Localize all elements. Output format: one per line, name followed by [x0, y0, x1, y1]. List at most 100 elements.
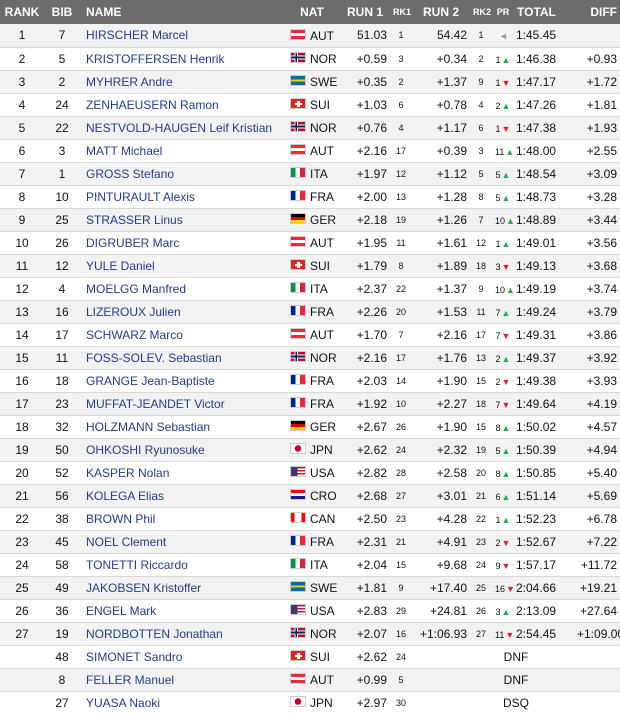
arrow-up-icon: ▲	[501, 422, 511, 433]
table-row[interactable]: 22 38 BROWN Phil CAN +2.50 23 +4.28 22 1▲ 1:52.23…	[0, 507, 620, 531]
table-row[interactable]: 15 11 FOSS-SOLEV. Sebastian NOR +2.16 17 +1.76…	[0, 346, 620, 370]
table-row[interactable]: 11 12 YULE Daniel SUI +1.79 8 +1.89 18 3▼ 1:49.13…	[0, 254, 620, 278]
rk2-cell: 26	[470, 599, 492, 623]
table-row[interactable]: 6 3 MATT Michael AUT +2.16 17 +0.39 3 11▲ 1:48.00…	[0, 139, 620, 163]
table-row[interactable]: 23 45 NOEL Clement FRA +2.31 21 +4.91 23 2▼ 1:52.…	[0, 530, 620, 554]
table-row[interactable]: 20 52 KASPER Nolan USA +2.82 28 +2.58 20 8▲ 1:50.…	[0, 461, 620, 485]
table-row[interactable]: 16 18 GRANGE Jean-Baptiste FRA +2.03 14 +1.90 1…	[0, 369, 620, 393]
athlete-name-link[interactable]: SCHWARZ Marco	[80, 323, 284, 347]
athlete-name-link[interactable]: FOSS-SOLEV. Sebastian	[80, 346, 284, 370]
table-row[interactable]: 25 49 JAKOBSEN Kristoffer SWE +1.81 9 +17.40 25…	[0, 576, 620, 600]
table-row[interactable]: 19 50 OHKOSHI Ryunosuke JPN +2.62 24 +2.32 19 5▲…	[0, 438, 620, 462]
table-row[interactable]: 27 YUASA Naoki JPN +2.97 30 DSQ	[0, 691, 620, 714]
header-bib[interactable]: BIB	[44, 0, 80, 24]
rk2-cell: 27	[470, 622, 492, 646]
run2-cell: +1.28	[412, 185, 470, 209]
athlete-name-link[interactable]: NESTVOLD-HAUGEN Leif Kristian	[80, 116, 284, 140]
athlete-name-link[interactable]: GROSS Stefano	[80, 162, 284, 186]
header-pr[interactable]: PR	[492, 0, 514, 24]
run1-cell: +0.59	[340, 47, 390, 71]
flag-aut-icon	[290, 28, 306, 40]
table-row[interactable]: 8 FELLER Manuel AUT +0.99 5 DNF	[0, 668, 620, 692]
athlete-name-link[interactable]: MOELGG Manfred	[80, 277, 284, 301]
nation-code: SWE	[310, 74, 338, 89]
table-row[interactable]: 27 19 NORDBOTTEN Jonathan NOR +2.07 16 +1:06.9…	[0, 622, 620, 646]
athlete-name-link[interactable]: MYHRER Andre	[80, 70, 284, 94]
table-row[interactable]: 3 2 MYHRER Andre SWE +0.35 2 +1.37 9 1▼ 1:47.17 +1…	[0, 70, 620, 94]
table-row[interactable]: 18 32 HOLZMANN Sebastian GER +2.67 26 +1.90 15 8…	[0, 415, 620, 439]
rk1-cell: 29	[390, 599, 412, 623]
athlete-name-link[interactable]: STRASSER Linus	[80, 208, 284, 232]
athlete-name-link[interactable]: HOLZMANN Sebastian	[80, 415, 284, 439]
athlete-name-link[interactable]: JAKOBSEN Kristoffer	[80, 576, 284, 600]
athlete-name-link[interactable]: ZENHAEUSERN Ramon	[80, 93, 284, 117]
athlete-name-link[interactable]: KASPER Nolan	[80, 461, 284, 485]
total-time-cell: 1:47.26	[514, 93, 574, 117]
athlete-name-link[interactable]: DIGRUBER Marc	[80, 231, 284, 255]
header-name[interactable]: NAME	[80, 0, 284, 24]
nation-cell: NOR	[284, 346, 340, 370]
arrow-down-icon: ▼	[501, 77, 511, 88]
table-row[interactable]: 8 10 PINTURAULT Alexis FRA +2.00 13 +1.28 8 5▲ 1:…	[0, 185, 620, 209]
rk1-cell: 22	[390, 277, 412, 301]
athlete-name-link[interactable]: FELLER Manuel	[80, 668, 284, 692]
header-diff[interactable]: DIFF	[574, 0, 620, 24]
rank-cell: 27	[0, 622, 44, 646]
run1-cell: +2.50	[340, 507, 390, 531]
table-row[interactable]: 5 22 NESTVOLD-HAUGEN Leif Kristian NOR +0.76…	[0, 116, 620, 140]
athlete-name-link[interactable]: BROWN Phil	[80, 507, 284, 531]
athlete-name-link[interactable]: SIMONET Sandro	[80, 645, 284, 669]
table-row[interactable]: 24 58 TONETTI Riccardo ITA +2.04 15 +9.68 24 9▼ 1…	[0, 553, 620, 577]
athlete-name-link[interactable]: MUFFAT-JEANDET Victor	[80, 392, 284, 416]
rk1-cell: 16	[390, 622, 412, 646]
table-row[interactable]: 17 23 MUFFAT-JEANDET Victor FRA +1.92 10 +2.27…	[0, 392, 620, 416]
flag-swe-icon	[290, 75, 306, 87]
athlete-name-link[interactable]: GRANGE Jean-Baptiste	[80, 369, 284, 393]
table-row[interactable]: 14 17 SCHWARZ Marco AUT +1.70 7 +2.16 17 7▼ 1:49.…	[0, 323, 620, 347]
header-rk1[interactable]: RK1	[390, 0, 412, 24]
table-row[interactable]: 925STRASSER Linus GER+2.1819+1.26710▲1:48…	[0, 208, 620, 232]
bib-cell: 56	[44, 484, 80, 508]
rk2-cell: 1	[470, 24, 492, 48]
athlete-name-link[interactable]: TONETTI Riccardo	[80, 553, 284, 577]
run2-cell: +4.91	[412, 530, 470, 554]
header-run2[interactable]: RUN 2	[412, 0, 470, 24]
diff-cell: +11.72	[574, 553, 620, 577]
table-row[interactable]: 1 7 HIRSCHER Marcel AUT 51.03 1 54.42 1 ◄ 1:45.45	[0, 24, 620, 48]
table-row[interactable]: 4 24 ZENHAEUSERN Ramon SUI +1.03 6 +0.78 4 2▲ 1:4…	[0, 93, 620, 117]
position-change-value: 10	[495, 215, 506, 226]
nation-cell: SWE	[284, 70, 340, 94]
table-row[interactable]: 13 16 LIZEROUX Julien FRA +2.26 20 +1.53 11 7▲ 1:…	[0, 300, 620, 324]
athlete-name-link[interactable]: HIRSCHER Marcel	[80, 24, 284, 48]
athlete-name-link[interactable]: ENGEL Mark	[80, 599, 284, 623]
athlete-name-link[interactable]: OHKOSHI Ryunosuke	[80, 438, 284, 462]
rk2-cell: 23	[470, 530, 492, 554]
athlete-name-link[interactable]: YUASA Naoki	[80, 691, 284, 714]
table-row[interactable]: 10 26 DIGRUBER Marc AUT +1.95 11 +1.61 12 1▲ 1:49…	[0, 231, 620, 255]
arrow-up-icon: ▲	[501, 514, 511, 525]
run1-cell: +2.04	[340, 553, 390, 577]
header-rk2[interactable]: RK2	[470, 0, 492, 24]
header-run1[interactable]: RUN 1	[340, 0, 390, 24]
athlete-name-link[interactable]: KRISTOFFERSEN Henrik	[80, 47, 284, 71]
athlete-name-link[interactable]: YULE Daniel	[80, 254, 284, 278]
athlete-name-link[interactable]: PINTURAULT Alexis	[80, 185, 284, 209]
athlete-name-link[interactable]: NORDBOTTEN Jonathan	[80, 622, 284, 646]
nation-cell: JPN	[284, 438, 340, 462]
table-row[interactable]: 21 56 KOLEGA Elias CRO +2.68 27 +3.01 21 6▲ 1:51.…	[0, 484, 620, 508]
header-rank[interactable]: RANK	[0, 0, 44, 24]
athlete-name-link[interactable]: MATT Michael	[80, 139, 284, 163]
total-time-cell: 1:49.13	[514, 254, 574, 278]
table-row[interactable]: 48 SIMONET Sandro SUI +2.62 24 DNF	[0, 645, 620, 669]
run2-cell: 54.42	[412, 24, 470, 48]
nation-cell: CAN	[284, 507, 340, 531]
athlete-name-link[interactable]: KOLEGA Elias	[80, 484, 284, 508]
table-row[interactable]: 26 36 ENGEL Mark USA +2.83 29 +24.81 26 3▲ 2:13.0…	[0, 599, 620, 623]
table-row[interactable]: 7 1 GROSS Stefano ITA +1.97 12 +1.12 5 5▲ 1:48.54…	[0, 162, 620, 186]
table-row[interactable]: 2 5 KRISTOFFERSEN Henrik NOR +0.59 3 +0.34 2 1▲ 1…	[0, 47, 620, 71]
athlete-name-link[interactable]: NOEL Clement	[80, 530, 284, 554]
header-total[interactable]: TOTAL	[514, 0, 574, 24]
table-row[interactable]: 124MOELGG Manfred ITA +2.3722+1.37910▲1:49…	[0, 277, 620, 301]
header-nat[interactable]: NAT	[284, 0, 340, 24]
athlete-name-link[interactable]: LIZEROUX Julien	[80, 300, 284, 324]
